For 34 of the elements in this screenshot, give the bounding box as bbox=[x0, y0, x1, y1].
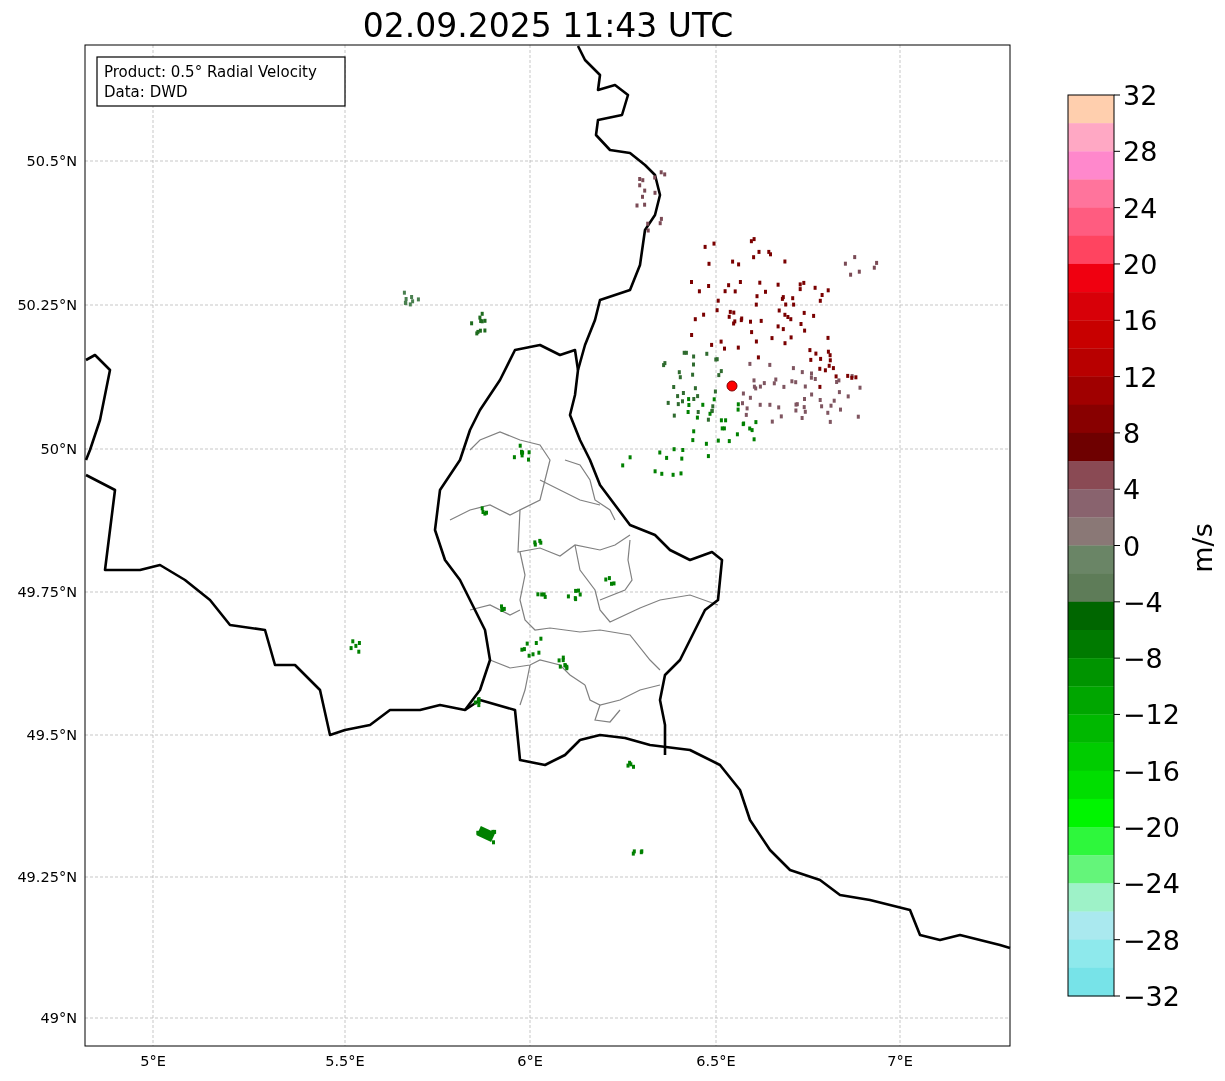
longitude-label: 6.5°E bbox=[696, 1053, 736, 1069]
longitude-label: 7°E bbox=[887, 1053, 913, 1069]
colorbar-tick-label: −4 bbox=[1123, 586, 1163, 618]
colorbar-tick-label: 20 bbox=[1123, 248, 1158, 280]
latitude-label: 49°N bbox=[40, 1010, 77, 1026]
colorbar-tick-label: 16 bbox=[1123, 305, 1158, 337]
latitude-label: 49.75°N bbox=[17, 584, 77, 600]
colorbar-tick-label: −32 bbox=[1123, 981, 1180, 1012]
latitude-label: 50.25°N bbox=[17, 297, 77, 313]
latitude-label: 50.5°N bbox=[26, 153, 77, 169]
radar-site-icon bbox=[726, 380, 738, 392]
colorbar-tick-label: 8 bbox=[1123, 417, 1141, 449]
latitude-label: 49.5°N bbox=[26, 727, 77, 743]
latitude-label: 50°N bbox=[40, 441, 77, 457]
colorbar-tick-label: 28 bbox=[1123, 136, 1158, 168]
colorbar-tick-label: −28 bbox=[1123, 924, 1180, 956]
colorbar-tick-label: 12 bbox=[1123, 361, 1158, 393]
longitude-label: 5°E bbox=[140, 1053, 166, 1069]
colorbar-unit-label: m/s bbox=[1187, 523, 1218, 573]
chart-title: 02.09.2025 11:43 UTC bbox=[362, 6, 734, 45]
colorbar-tick-label: 4 bbox=[1123, 474, 1141, 506]
latitude-label: 49.25°N bbox=[17, 869, 77, 885]
longitude-label: 6°E bbox=[517, 1053, 543, 1069]
colorbar-tick-label: 32 bbox=[1123, 80, 1158, 111]
info-text: Data: DWD bbox=[104, 83, 188, 101]
info-text: Product: 0.5° Radial Velocity bbox=[104, 63, 317, 81]
colorbar-tick-label: 24 bbox=[1123, 192, 1158, 224]
colorbar-tick-label: −12 bbox=[1123, 699, 1180, 731]
longitude-label: 5.5°E bbox=[325, 1053, 365, 1069]
colorbar-tick-label: −16 bbox=[1123, 755, 1180, 787]
colorbar-tick-label: −24 bbox=[1123, 868, 1180, 900]
colorbar-tick-label: 0 bbox=[1123, 530, 1141, 562]
colorbar-tick-label: −8 bbox=[1123, 643, 1163, 675]
colorbar-tick-label: −20 bbox=[1123, 812, 1180, 844]
